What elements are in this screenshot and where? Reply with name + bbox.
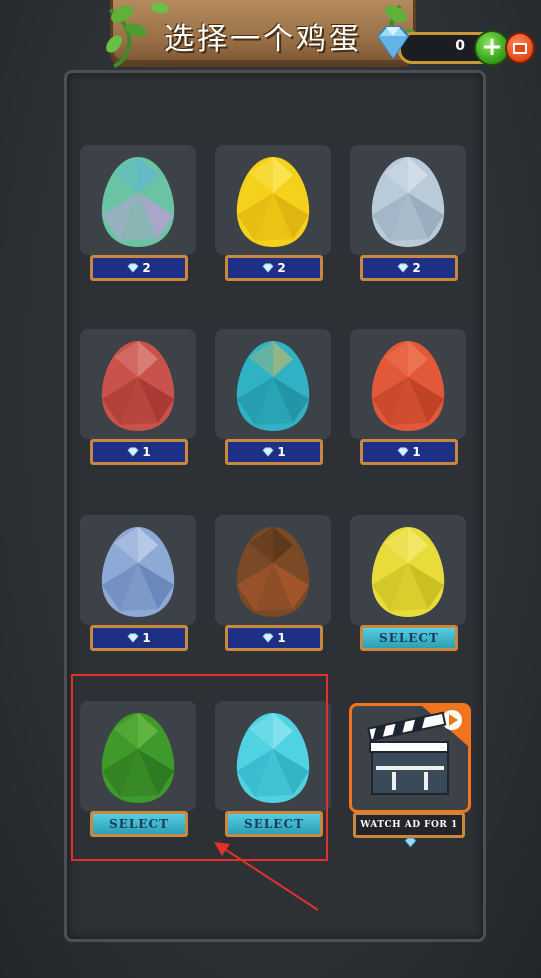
egg-icon — [236, 341, 310, 431]
watch-ad-button[interactable]: WATCH AD FOR 1 — [353, 812, 465, 848]
price-value: 2 — [412, 261, 421, 275]
diamond-icon — [262, 263, 274, 273]
price-value: 2 — [277, 261, 286, 275]
gem-count: 0 — [455, 38, 465, 54]
price-tag-blue-ice-egg[interactable]: 1 — [90, 625, 188, 651]
egg-card-teal-spotted-egg[interactable] — [215, 329, 331, 439]
price-tag-rainbow-glitter-egg[interactable]: 2 — [90, 255, 188, 281]
diamond-icon — [262, 447, 274, 457]
egg-icon — [371, 157, 445, 247]
diamond-icon — [127, 447, 139, 457]
watch-ad-label: WATCH AD FOR 1 — [360, 820, 458, 830]
egg-icon — [236, 527, 310, 617]
diamond-icon — [127, 263, 139, 273]
egg-icon — [371, 341, 445, 431]
egg-card-brown-egg[interactable] — [215, 515, 331, 625]
price-value: 1 — [142, 445, 151, 459]
price-tag-gold-egg[interactable]: 2 — [225, 255, 323, 281]
watch-video-button[interactable] — [505, 32, 535, 64]
diamond-icon — [127, 633, 139, 643]
price-tag-silver-egg[interactable]: 2 — [360, 255, 458, 281]
price-value: 1 — [277, 445, 286, 459]
price-tag-teal-spotted-egg[interactable]: 1 — [225, 439, 323, 465]
egg-card-gold-egg[interactable] — [215, 145, 331, 255]
egg-card-rainbow-glitter-egg[interactable] — [80, 145, 196, 255]
watch-ad-card[interactable] — [349, 703, 471, 813]
egg-icon — [101, 527, 175, 617]
egg-card-red-marble-egg[interactable] — [80, 329, 196, 439]
price-value: 1 — [277, 631, 286, 645]
diamond-icon — [404, 837, 417, 848]
egg-icon — [236, 157, 310, 247]
clapperboard-icon — [367, 706, 468, 795]
diamond-icon — [376, 26, 410, 60]
diamond-icon — [397, 263, 409, 273]
price-value: 2 — [142, 261, 151, 275]
select-button-yellow-egg[interactable]: SELECT — [360, 625, 458, 651]
select-label: SELECT — [379, 631, 439, 645]
diamond-icon — [262, 633, 274, 643]
egg-card-silver-egg[interactable] — [350, 145, 466, 255]
arrow-annotation — [214, 842, 319, 911]
diamond-icon — [397, 447, 409, 457]
price-value: 1 — [412, 445, 421, 459]
price-tag-brown-egg[interactable]: 1 — [225, 625, 323, 651]
egg-icon — [101, 341, 175, 431]
price-tag-red-marble-egg[interactable]: 1 — [90, 439, 188, 465]
price-tag-orange-egg[interactable]: 1 — [360, 439, 458, 465]
film-icon — [513, 43, 527, 54]
egg-card-orange-egg[interactable] — [350, 329, 466, 439]
egg-card-blue-ice-egg[interactable] — [80, 515, 196, 625]
egg-icon — [371, 527, 445, 617]
egg-card-yellow-egg[interactable] — [350, 515, 466, 625]
egg-icon — [101, 157, 175, 247]
plus-icon: + — [481, 32, 503, 62]
price-value: 1 — [142, 631, 151, 645]
